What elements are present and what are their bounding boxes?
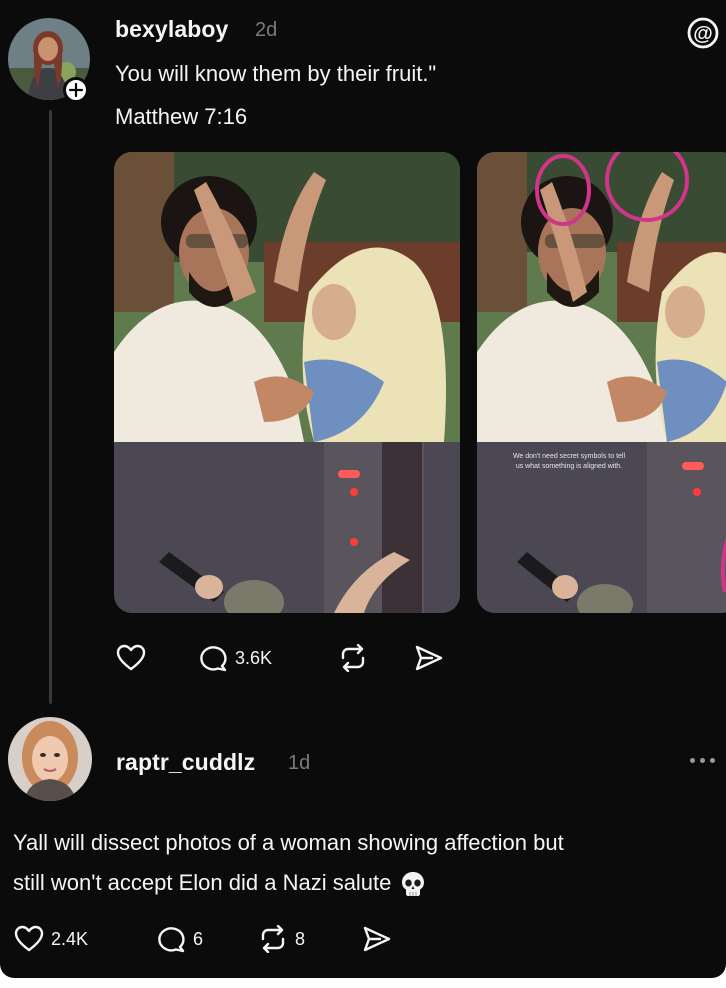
send-icon bbox=[415, 645, 443, 671]
image-caption-line-2: us what something is aligned with. bbox=[516, 463, 622, 470]
post-repost-button[interactable] bbox=[338, 644, 368, 672]
svg-text:@: @ bbox=[693, 23, 713, 45]
reply-like-button[interactable]: 2.4K bbox=[14, 925, 88, 953]
thread-panel: bexylaboy 2d @ You will know them by the… bbox=[0, 0, 726, 978]
post-timestamp: 2d bbox=[255, 19, 278, 41]
post-reply-count: 3.6K bbox=[235, 647, 273, 668]
reply-reply-count: 6 bbox=[193, 928, 204, 949]
speech-bubble-icon bbox=[200, 646, 227, 672]
thread-connector-line bbox=[49, 110, 52, 704]
post-reply-button[interactable]: 3.6K bbox=[198, 644, 272, 672]
post-share-button[interactable] bbox=[414, 644, 444, 672]
plus-icon bbox=[69, 83, 83, 97]
reply-repost-count: 8 bbox=[295, 928, 306, 949]
reply-text-line-2-content: still won't accept Elon did a Nazi salut… bbox=[13, 870, 392, 895]
reply-reply-button[interactable]: 6 bbox=[156, 925, 203, 953]
follow-button[interactable] bbox=[63, 77, 89, 103]
repost-icon bbox=[341, 644, 365, 672]
post-like-button[interactable] bbox=[116, 644, 146, 672]
reply-like-count: 2.4K bbox=[51, 928, 89, 949]
page-background-strip bbox=[0, 978, 726, 988]
threads-logo-icon: @ bbox=[687, 17, 719, 49]
reply-username[interactable]: raptr_cuddlz bbox=[116, 749, 255, 776]
send-icon bbox=[363, 926, 391, 952]
skull-emoji-icon bbox=[402, 872, 425, 897]
reply-repost-button[interactable]: 8 bbox=[258, 925, 305, 953]
image-caption-line-1: We don't need secret symbols to tell bbox=[513, 453, 626, 460]
reply-timestamp: 1d bbox=[288, 752, 311, 774]
post-image-1[interactable] bbox=[114, 152, 460, 613]
reply-share-button[interactable] bbox=[362, 925, 392, 953]
reply-author-avatar[interactable] bbox=[8, 717, 92, 801]
post-image-2[interactable]: We don't need secret symbols to tell us … bbox=[477, 152, 726, 613]
post-text-line-2: Matthew 7:16 bbox=[115, 104, 248, 129]
post-username[interactable]: bexylaboy bbox=[115, 16, 228, 43]
heart-icon bbox=[116, 644, 146, 671]
reply-text-line-2: still won't accept Elon did a Nazi salut… bbox=[13, 868, 427, 898]
reply-text-line-1: Yall will dissect photos of a woman show… bbox=[13, 830, 564, 855]
more-dots-icon[interactable] bbox=[690, 758, 715, 763]
post-text-line-1: You will know them by their fruit." bbox=[115, 61, 437, 86]
repost-icon bbox=[261, 925, 285, 953]
speech-bubble-icon bbox=[158, 927, 185, 953]
heart-icon bbox=[14, 925, 44, 952]
